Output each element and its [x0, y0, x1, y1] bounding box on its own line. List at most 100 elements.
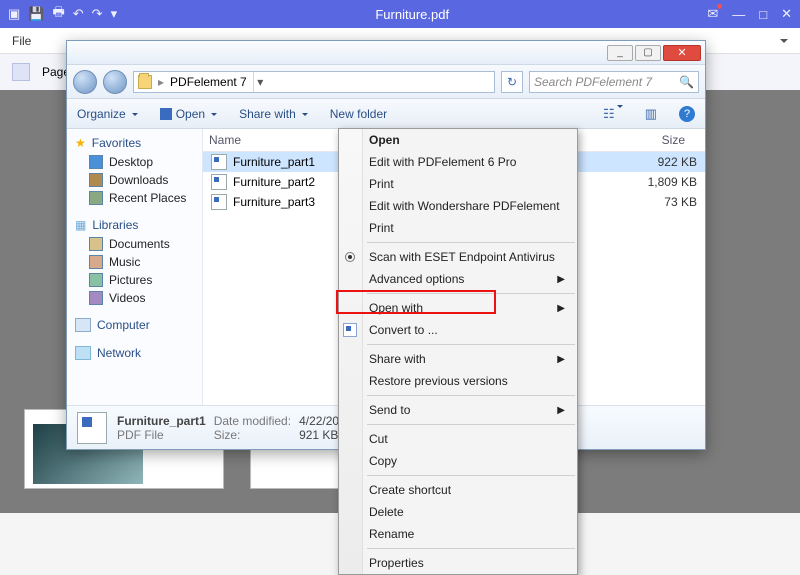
videos-icon: [89, 291, 103, 305]
pages-icon[interactable]: [12, 63, 30, 81]
explorer-nav: ▸ PDFelement 7 ▾ ↻ Search PDFelement 7 🔍: [67, 65, 705, 99]
ctx-copy[interactable]: Copy: [339, 450, 577, 472]
sidebar-item-desktop[interactable]: Desktop: [67, 153, 202, 171]
minimize-icon[interactable]: —: [732, 7, 745, 22]
sidebar-item-documents[interactable]: Documents: [67, 235, 202, 253]
recent-icon: [89, 191, 103, 205]
new-folder-button[interactable]: New folder: [330, 107, 387, 121]
music-icon: [89, 255, 103, 269]
ctx-edit-wondershare[interactable]: Edit with Wondershare PDFelement: [339, 195, 577, 217]
print-icon[interactable]: 🖶: [52, 3, 64, 25]
save-icon[interactable]: 💾: [28, 6, 44, 22]
pdf-file-icon: [211, 174, 227, 190]
explorer-command-bar: Organize Open Share with New folder ☷ ▥ …: [67, 99, 705, 129]
libraries-icon: ▦: [75, 218, 86, 232]
ctx-print[interactable]: Print: [339, 217, 577, 239]
details-size-label: Size:: [214, 428, 291, 442]
sidebar-item-downloads[interactable]: Downloads: [67, 171, 202, 189]
nav-back-button[interactable]: [73, 70, 97, 94]
window-maximize-button[interactable]: ▢: [635, 45, 661, 61]
share-menu[interactable]: Share with: [239, 107, 308, 121]
explorer-titlebar: _ ▢ ✕: [67, 41, 705, 65]
submenu-arrow-icon: ▶: [557, 405, 565, 416]
ctx-open-with[interactable]: Open with▶: [339, 297, 577, 319]
window-close-button[interactable]: ✕: [663, 45, 701, 61]
menu-expand-icon[interactable]: [780, 34, 788, 48]
ctx-create-shortcut[interactable]: Create shortcut: [339, 479, 577, 501]
network-icon: [75, 346, 91, 360]
address-dropdown-icon[interactable]: ▾: [253, 72, 267, 92]
app-logo-icon: ▣: [8, 6, 20, 22]
breadcrumb-sep-icon: ▸: [158, 75, 164, 89]
context-menu: Open Edit with PDFelement 6 Pro Print Ed…: [338, 128, 578, 575]
search-icon[interactable]: 🔍: [679, 75, 694, 89]
sidebar-libraries[interactable]: ▦Libraries: [67, 215, 202, 235]
view-options-button[interactable]: ☷: [603, 106, 623, 122]
undo-icon[interactable]: ↶: [73, 6, 84, 22]
submenu-arrow-icon: ▶: [557, 354, 565, 365]
radio-icon: [345, 252, 355, 262]
details-filename: Furniture_part1: [117, 414, 206, 428]
explorer-sidebar: ★Favorites Desktop Downloads Recent Plac…: [67, 129, 203, 405]
organize-menu[interactable]: Organize: [77, 107, 138, 121]
more-icon[interactable]: ▾: [111, 6, 118, 22]
ctx-cut[interactable]: Cut: [339, 428, 577, 450]
document-title: Furniture.pdf: [117, 7, 707, 22]
sidebar-item-recent[interactable]: Recent Places: [67, 189, 202, 207]
downloads-icon: [89, 173, 103, 187]
desktop-icon: [89, 155, 103, 169]
refresh-button[interactable]: ↻: [501, 71, 523, 93]
sidebar-item-videos[interactable]: Videos: [67, 289, 202, 307]
ctx-rename[interactable]: Rename: [339, 523, 577, 545]
ctx-open[interactable]: Open: [339, 129, 577, 151]
details-date-label: Date modified:: [214, 414, 291, 428]
sidebar-item-pictures[interactable]: Pictures: [67, 271, 202, 289]
sidebar-computer[interactable]: Computer: [67, 315, 202, 335]
ctx-convert-to[interactable]: Convert to ...: [339, 319, 577, 341]
ctx-delete[interactable]: Delete: [339, 501, 577, 523]
file-size: 922 KB: [623, 155, 705, 169]
breadcrumb-folder[interactable]: PDFelement 7: [170, 75, 247, 89]
ctx-print[interactable]: Print: [339, 173, 577, 195]
ctx-properties[interactable]: Properties: [339, 552, 577, 574]
sidebar-network[interactable]: Network: [67, 343, 202, 363]
nav-forward-button[interactable]: [103, 70, 127, 94]
ctx-share-with[interactable]: Share with▶: [339, 348, 577, 370]
sidebar-item-music[interactable]: Music: [67, 253, 202, 271]
maximize-icon[interactable]: □: [759, 7, 767, 22]
search-placeholder: Search PDFelement 7: [534, 75, 652, 89]
sidebar-favorites[interactable]: ★Favorites: [67, 133, 202, 153]
star-icon: ★: [75, 136, 86, 150]
window-minimize-button[interactable]: _: [607, 45, 633, 61]
pdf-file-icon: [211, 194, 227, 210]
submenu-arrow-icon: ▶: [557, 274, 565, 285]
address-bar[interactable]: ▸ PDFelement 7 ▾: [133, 71, 495, 93]
pdfe-titlebar: ▣ 💾 🖶 ↶ ↷ ▾ Furniture.pdf ✉ — □ ✕: [0, 0, 800, 28]
pdf-file-icon: [211, 154, 227, 170]
file-size: 73 KB: [623, 195, 705, 209]
submenu-arrow-icon: ▶: [557, 303, 565, 314]
pdf-file-icon: [77, 412, 107, 444]
pdfelement-icon: [343, 323, 357, 337]
close-icon[interactable]: ✕: [781, 6, 792, 22]
details-filetype: PDF File: [117, 428, 206, 442]
ctx-scan-eset[interactable]: Scan with ESET Endpoint Antivirus: [339, 246, 577, 268]
open-menu[interactable]: Open: [160, 107, 217, 121]
ctx-send-to[interactable]: Send to▶: [339, 399, 577, 421]
pictures-icon: [89, 273, 103, 287]
search-input[interactable]: Search PDFelement 7 🔍: [529, 71, 699, 93]
mail-icon[interactable]: ✉: [707, 6, 718, 22]
help-button[interactable]: ?: [679, 106, 695, 122]
computer-icon: [75, 318, 91, 332]
redo-icon[interactable]: ↷: [92, 6, 103, 22]
documents-icon: [89, 237, 103, 251]
folder-icon: [138, 75, 152, 89]
file-size: 1,809 KB: [623, 175, 705, 189]
ctx-restore-previous[interactable]: Restore previous versions: [339, 370, 577, 392]
ctx-advanced-options[interactable]: Advanced options▶: [339, 268, 577, 290]
open-doc-icon: [160, 108, 172, 120]
preview-pane-button[interactable]: ▥: [645, 106, 657, 122]
menu-file[interactable]: File: [12, 34, 31, 48]
ctx-edit-pdfe6[interactable]: Edit with PDFelement 6 Pro: [339, 151, 577, 173]
col-size[interactable]: Size: [609, 133, 691, 147]
